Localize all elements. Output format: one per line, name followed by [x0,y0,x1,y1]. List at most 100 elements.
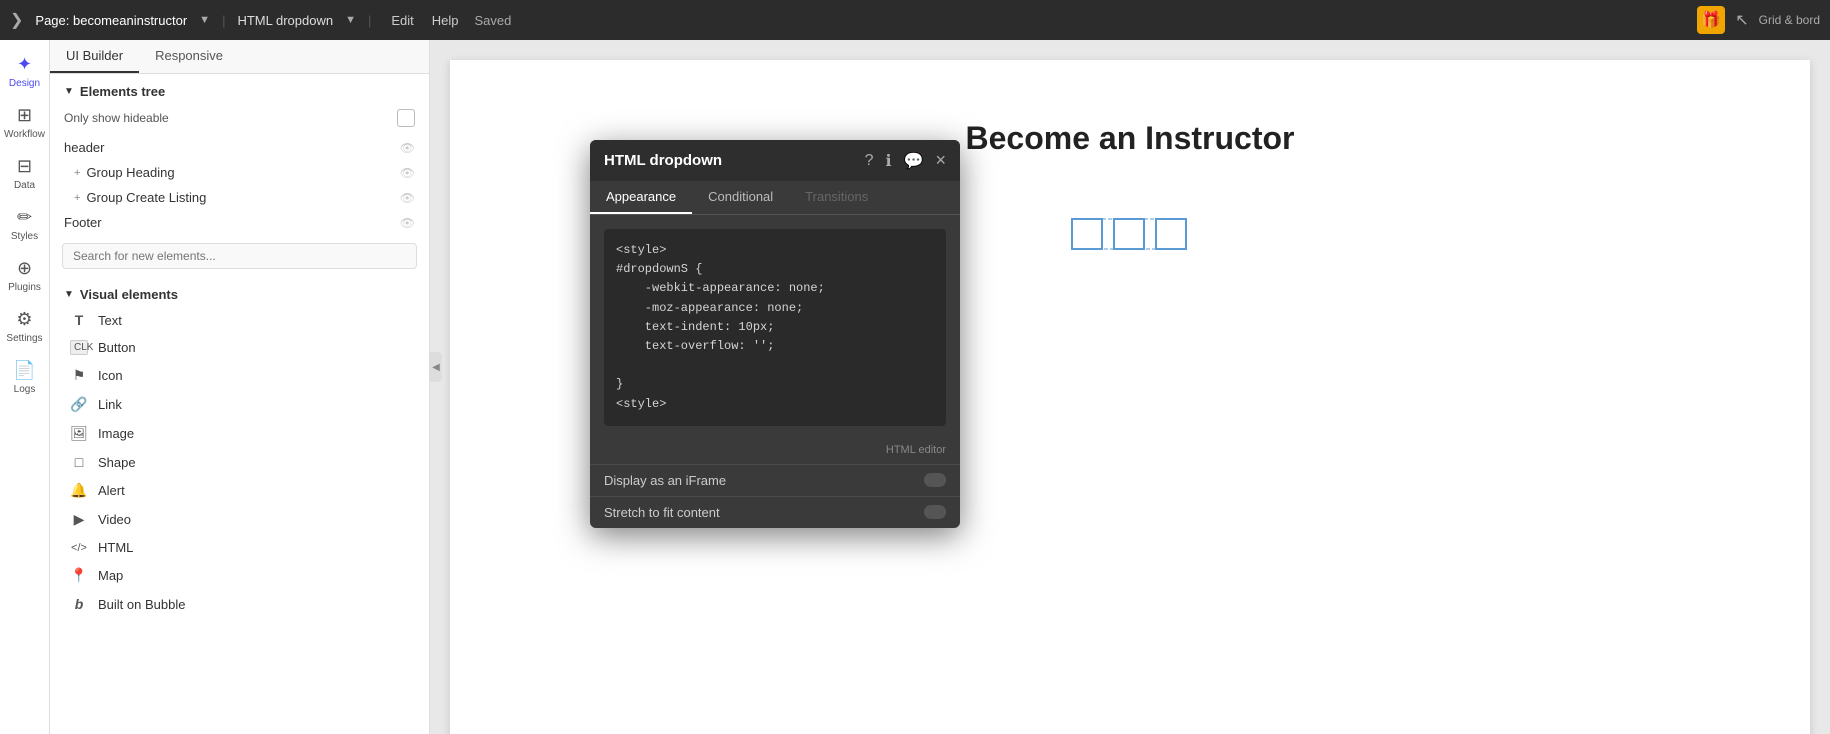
group-create-plus-icon[interactable]: + [74,192,80,204]
settings-icon: ⚙ [16,309,32,330]
sidebar-label-design: Design [9,78,40,89]
logs-icon: 📄 [13,360,35,381]
sidebar-item-plugins[interactable]: ⊕ Plugins [2,252,48,299]
sidebar-item-styles[interactable]: ✏ Styles [2,201,48,248]
show-hideable-toggle[interactable] [397,109,415,127]
tree-item-footer[interactable]: Footer 👁 [50,210,429,235]
help-icon[interactable]: ? [865,152,874,170]
sidebar-item-workflow[interactable]: ⊞ Workflow [2,99,48,146]
text-label: Text [98,313,122,328]
map-label: Map [98,568,123,583]
footer-eye-icon[interactable]: 👁 [400,216,415,230]
grid-border-label[interactable]: Grid & bord [1759,13,1820,27]
tree-collapse-icon[interactable]: ▼ [64,86,74,97]
tree-item-group-create[interactable]: + Group Create Listing 👁 [50,185,429,210]
html-dropdown-arrow[interactable]: ▼ [345,14,356,26]
gift-icon[interactable]: 🎁 [1697,6,1725,34]
shape-label: Shape [98,455,136,470]
link-icon: 🔗 [70,396,88,413]
modal-title: HTML dropdown [604,152,722,169]
text-icon: T [70,312,88,328]
map-icon: 📍 [70,567,88,584]
group-create-eye-icon[interactable]: 👁 [400,191,415,205]
saved-status: Saved [475,13,512,28]
button-icon: CLK [70,340,88,355]
cursor-icon: ↖ [1735,10,1748,30]
plugins-icon: ⊕ [17,258,32,279]
stretch-fit-label: Stretch to fit content [604,505,720,520]
elements-tree-label: Elements tree [80,84,165,99]
modal-header: HTML dropdown ? ℹ 💬 × [590,140,960,181]
selection-placeholder [1070,217,1190,257]
search-elements-input[interactable] [62,243,417,269]
alert-label: Alert [98,483,125,498]
page-dropdown-arrow[interactable]: ▼ [199,14,210,26]
show-hideable-row: Only show hideable [50,105,429,135]
info-icon[interactable]: ℹ [885,151,891,171]
modal-body: <style> #dropdownS { -webkit-appearance:… [590,215,960,440]
comment-icon[interactable]: 💬 [904,151,924,171]
button-label: Button [98,340,136,355]
video-label: Video [98,512,131,527]
header-eye-icon[interactable]: 👁 [400,141,415,155]
video-icon: ▶ [70,511,88,528]
element-map[interactable]: 📍 Map [50,561,429,590]
stretch-fit-toggle[interactable] [924,505,946,519]
modal-icons: ? ℹ 💬 × [865,150,946,171]
alert-icon: 🔔 [70,482,88,499]
elements-tree-header: ▼ Elements tree [50,74,429,105]
group-heading-plus-icon[interactable]: + [74,167,80,179]
sidebar-item-logs[interactable]: 📄 Logs [2,354,48,401]
tree-item-footer-left: Footer [64,215,102,230]
tree-item-header[interactable]: header 👁 [50,135,429,160]
element-button[interactable]: CLK Button [50,334,429,361]
sidebar-item-design[interactable]: ✦ Design [2,48,48,95]
modal-tab-conditional[interactable]: Conditional [692,181,789,214]
element-icon[interactable]: ⚑ Icon [50,361,429,390]
link-label: Link [98,397,122,412]
element-alert[interactable]: 🔔 Alert [50,476,429,505]
edit-link[interactable]: Edit [391,13,413,28]
option-stretch-fit: Stretch to fit content [590,496,960,528]
display-iframe-toggle[interactable] [924,473,946,487]
built-on-bubble-icon: b [70,596,88,612]
sidebar-item-data[interactable]: ⊟ Data [2,150,48,197]
html-dropdown-label: HTML dropdown [237,13,333,28]
element-text[interactable]: T Text [50,306,429,334]
sidebar-item-settings[interactable]: ⚙ Settings [2,303,48,350]
element-link[interactable]: 🔗 Link [50,390,429,419]
element-shape[interactable]: □ Shape [50,448,429,476]
visual-elements-header: ▼ Visual elements [50,277,429,306]
html-icon: </> [70,542,88,554]
shape-icon: □ [70,454,88,470]
data-icon: ⊟ [17,156,32,177]
tree-item-group-heading[interactable]: + Group Heading 👁 [50,160,429,185]
tab-ui-builder[interactable]: UI Builder [50,40,139,73]
back-chevron-icon[interactable]: ❯ [10,10,23,30]
close-icon[interactable]: × [935,150,946,171]
element-built-on-bubble[interactable]: b Built on Bubble [50,590,429,618]
element-image[interactable]: 🖼 Image [50,419,429,448]
tree-item-header-left: header [64,140,104,155]
modal-tab-appearance[interactable]: Appearance [590,181,692,214]
show-hideable-label: Only show hideable [64,111,169,125]
workflow-icon: ⊞ [17,105,32,126]
visual-elements-collapse-icon[interactable]: ▼ [64,289,74,300]
tab-responsive[interactable]: Responsive [139,40,239,73]
element-html[interactable]: </> HTML [50,534,429,561]
html-label: HTML [98,540,133,555]
image-label: Image [98,426,134,441]
topbar-right: 🎁 ↖ Grid & bord [1697,6,1820,34]
icon-icon: ⚑ [70,367,88,384]
sidebar-label-styles: Styles [11,231,38,242]
footer-label: Footer [64,215,102,230]
element-video[interactable]: ▶ Video [50,505,429,534]
help-link[interactable]: Help [432,13,459,28]
sidebar-label-data: Data [14,180,35,191]
topbar-nav: Edit Help [391,13,458,28]
tree-item-group-heading-left: + Group Heading [74,165,175,180]
group-heading-eye-icon[interactable]: 👁 [400,166,415,180]
panel-collapse-handle[interactable]: ◀ [430,352,442,382]
code-editor[interactable]: <style> #dropdownS { -webkit-appearance:… [604,229,946,426]
left-sidebar: ✦ Design ⊞ Workflow ⊟ Data ✏ Styles ⊕ Pl… [0,40,50,734]
